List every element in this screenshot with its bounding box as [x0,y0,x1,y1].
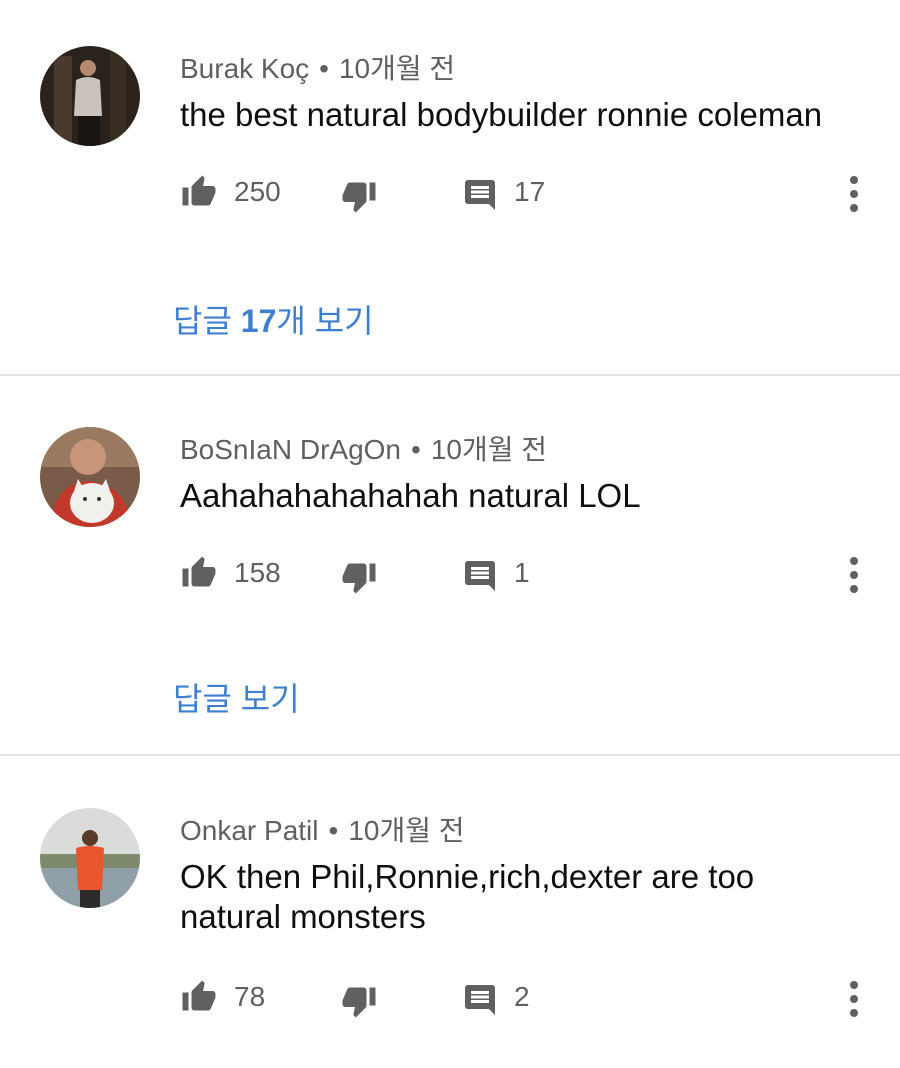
like-count: 78 [234,981,266,1012]
reply-button[interactable]: 17 [462,172,545,212]
thumbs-up-icon [180,979,218,1015]
like-button[interactable]: 78 [180,977,265,1017]
thumbs-up-icon [180,555,218,591]
reply-button[interactable]: 1 [462,553,530,593]
like-button[interactable]: 250 [180,172,281,212]
like-count: 158 [234,557,281,588]
view-replies-link[interactable]: 답글 보기 [173,674,300,720]
comment-thread: BoSnIaN DrAgOn • 10개월 전 Aahahahahahahah na… [0,376,900,756]
author-name[interactable]: Onkar Patil [180,815,319,846]
avatar[interactable] [40,46,140,146]
comment-thread: Onkar Patil • 10개월 전 OK then Phil,Ronnie,r… [0,756,900,1068]
reply-button[interactable]: 2 [462,977,530,1017]
comment-icon [462,171,498,213]
more-vertical-icon [839,172,869,212]
comment-time: 10개월 전 [430,434,548,465]
comment-actions: 250 17 [180,170,880,214]
thumbs-down-icon [340,551,378,595]
like-button[interactable]: 158 [180,553,281,593]
like-count: 250 [234,176,281,207]
comment-time: 10개월 전 [348,815,465,846]
more-vertical-icon [839,977,869,1017]
meta-separator: • [328,815,339,846]
dislike-button[interactable] [340,170,378,214]
dislike-button[interactable] [340,975,378,1019]
view-replies-suffix: 개 보기 [276,303,374,339]
comment-text: the best natural bodybuilder ronnie cole… [180,96,823,133]
comment-icon [462,976,498,1018]
meta-separator: • [319,53,329,84]
more-button[interactable] [839,553,869,593]
view-replies-count: 17 [240,303,277,339]
reply-count: 2 [514,981,530,1012]
avatar[interactable] [40,808,140,908]
thumbs-down-icon [340,170,378,214]
comment-text: Aahahahahahahah natural LOL [180,477,641,514]
meta-separator: • [411,434,421,465]
view-replies-link[interactable]: 답글 17개 보기 [173,296,374,342]
more-button[interactable] [839,172,869,212]
reply-count: 17 [514,176,546,207]
more-vertical-icon [839,553,869,593]
more-button[interactable] [839,977,869,1017]
author-name[interactable]: Burak Koç [180,53,309,84]
thumbs-up-icon [180,174,218,210]
comment-actions: 78 2 [180,975,880,1019]
comment-icon [462,552,498,594]
comment-meta: BoSnIaN DrAgOn • 10개월 전 [180,428,547,468]
comment-meta: Burak Koç • 10개월 전 [180,47,455,87]
comment-meta: Onkar Patil • 10개월 전 [180,809,465,849]
reply-count: 1 [514,557,530,588]
thumbs-down-icon [340,975,378,1019]
comment-thread: Burak Koç • 10개월 전 the best natural bodybu… [0,0,900,376]
avatar[interactable] [40,427,140,527]
author-name[interactable]: BoSnIaN DrAgOn [180,434,401,465]
comment-text: OK then Phil,Ronnie,rich,dexter are too … [180,858,755,935]
dislike-button[interactable] [340,551,378,595]
comment-actions: 158 1 [180,551,880,595]
view-replies-prefix: 답글 [173,303,241,339]
comment-time: 10개월 전 [338,53,456,84]
